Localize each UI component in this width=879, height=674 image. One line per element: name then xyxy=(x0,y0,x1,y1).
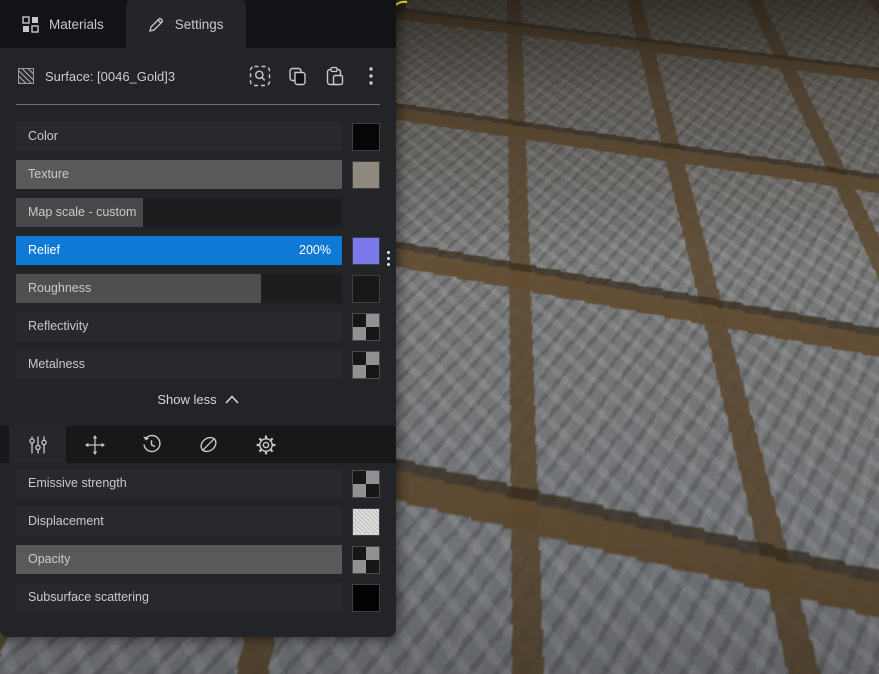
show-less-button[interactable]: Show less xyxy=(0,388,396,410)
slider-roughness[interactable]: Roughness xyxy=(16,274,342,303)
tab-materials-label: Materials xyxy=(49,17,104,32)
find-material-icon xyxy=(249,65,271,87)
extra-property-list: Emissive strength Displacement Opacity xyxy=(0,463,396,612)
property-list: Color Texture Map scale - custom xyxy=(0,105,396,379)
history-clock-icon xyxy=(141,434,162,455)
slider-map-scale[interactable]: Map scale - custom xyxy=(16,198,342,227)
slider-emissive-strength[interactable]: Emissive strength xyxy=(16,469,342,498)
tool-tab-gear[interactable] xyxy=(237,426,294,463)
slider-label: Color xyxy=(28,122,58,151)
material-settings-panel: Materials Settings Surface: [0046_Gold]3 xyxy=(0,0,396,637)
slider-label: Subsurface scattering xyxy=(28,583,149,612)
slider-label: Opacity xyxy=(28,545,70,574)
surface-title: Surface: [0046_Gold]3 xyxy=(45,69,249,84)
slider-metalness[interactable]: Metalness xyxy=(16,350,342,379)
emissive-swatch[interactable] xyxy=(352,470,380,498)
copy-icon xyxy=(287,66,308,87)
slider-subsurface-scattering[interactable]: Subsurface scattering xyxy=(16,583,342,612)
move-arrows-icon xyxy=(84,434,106,456)
displacement-swatch[interactable] xyxy=(352,508,380,536)
pencil-icon xyxy=(148,16,165,33)
slider-label: Map scale - custom xyxy=(28,198,136,227)
slider-relief[interactable]: Relief 200% xyxy=(16,236,342,265)
slider-label: Relief xyxy=(28,236,60,265)
metalness-swatch[interactable] xyxy=(352,351,380,379)
grid-icon xyxy=(22,16,39,33)
gear-icon xyxy=(255,434,277,456)
tab-settings-label: Settings xyxy=(175,17,224,32)
subsurface-swatch[interactable] xyxy=(352,584,380,612)
color-swatch[interactable] xyxy=(352,123,380,151)
tool-tab-move[interactable] xyxy=(66,426,123,463)
panel-tabbar: Materials Settings xyxy=(0,0,396,48)
paste-icon xyxy=(324,66,345,87)
kebab-menu-icon xyxy=(368,66,374,86)
copy-button[interactable] xyxy=(286,65,308,87)
slider-displacement[interactable]: Displacement xyxy=(16,507,342,536)
show-less-label: Show less xyxy=(157,392,216,407)
app-window: Materials Settings Surface: [0046_Gold]3 xyxy=(0,0,879,674)
reflectivity-swatch[interactable] xyxy=(352,313,380,341)
slider-texture[interactable]: Texture xyxy=(16,160,342,189)
slider-label: Roughness xyxy=(28,274,91,303)
slider-label: Reflectivity xyxy=(28,312,88,341)
surface-header: Surface: [0046_Gold]3 xyxy=(0,48,396,104)
slider-value: 200% xyxy=(299,236,331,265)
slider-color[interactable]: Color xyxy=(16,122,342,151)
slider-label: Emissive strength xyxy=(28,469,127,498)
sliders-icon xyxy=(28,435,48,455)
opacity-swatch[interactable] xyxy=(352,546,380,574)
tool-tab-history[interactable] xyxy=(123,426,180,463)
slider-label: Texture xyxy=(28,160,69,189)
texture-swatch[interactable] xyxy=(352,161,380,189)
paste-button[interactable] xyxy=(323,65,345,87)
slider-label: Metalness xyxy=(28,350,85,379)
tab-materials[interactable]: Materials xyxy=(0,0,126,48)
relief-swatch[interactable] xyxy=(352,237,380,265)
chevron-up-icon xyxy=(225,395,239,404)
slider-opacity[interactable]: Opacity xyxy=(16,545,342,574)
slider-reflectivity[interactable]: Reflectivity xyxy=(16,312,342,341)
tab-settings[interactable]: Settings xyxy=(126,0,246,48)
find-material-button[interactable] xyxy=(249,65,271,87)
settings-toolbar xyxy=(0,426,396,463)
tool-tab-leaf[interactable] xyxy=(180,426,237,463)
tool-tab-sliders[interactable] xyxy=(9,426,66,463)
leaf-icon xyxy=(198,434,219,455)
roughness-swatch[interactable] xyxy=(352,275,380,303)
slider-label: Displacement xyxy=(28,507,104,536)
relief-options-button[interactable] xyxy=(382,247,394,269)
surface-preview-swatch xyxy=(18,68,34,84)
more-options-button[interactable] xyxy=(360,65,382,87)
